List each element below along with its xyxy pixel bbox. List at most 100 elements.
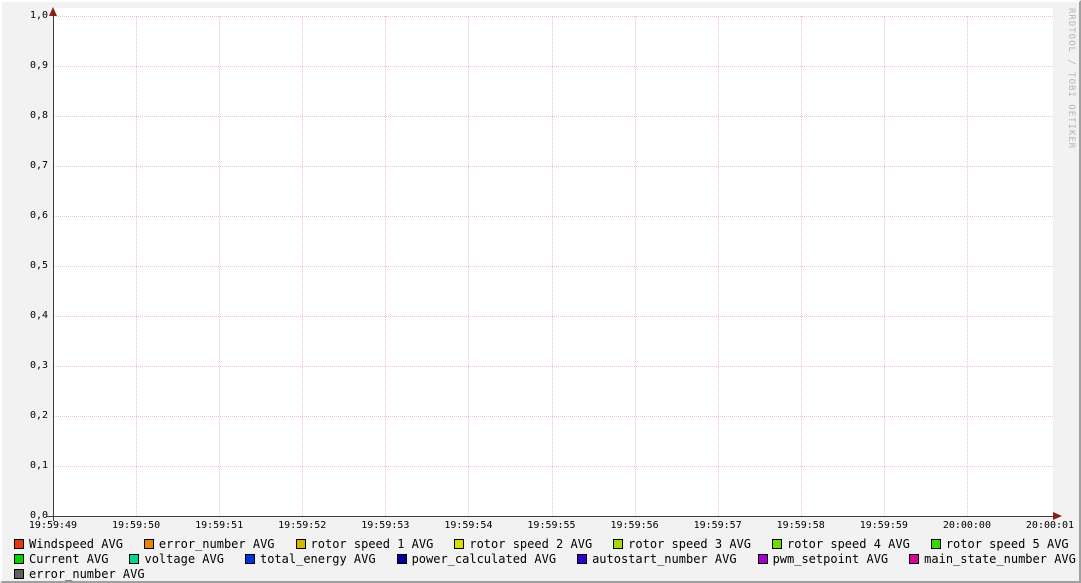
legend-swatch [14,554,24,564]
x-tick-label: 19:59:55 [510,520,594,532]
y-tick-label: 1,0 [2,10,48,22]
x-tick-label: 19:59:56 [593,520,677,532]
plot-area [53,8,1053,516]
gridline-horizontal [53,266,1053,267]
legend-swatch [296,539,306,549]
legend-label: pwm_setpoint AVG [773,552,889,566]
legend-item: rotor speed 1 AVG [296,537,434,551]
legend-swatch [245,554,255,564]
gridline-horizontal [53,16,1053,17]
legend-item: rotor speed 4 AVG [772,537,910,551]
gridline-vertical [219,16,220,516]
legend-label: Windspeed AVG [29,537,123,551]
x-tick-label: 19:59:51 [177,520,261,532]
y-axis-line [53,14,54,521]
gridline-horizontal [53,366,1053,367]
gridline-vertical [385,16,386,516]
gridline-vertical [967,16,968,516]
gridline-vertical [136,16,137,516]
gridline-horizontal [53,116,1053,117]
legend-item: error_number AVG [144,537,275,551]
y-tick-label: 0,1 [2,460,48,472]
y-tick-label: 0,9 [2,60,48,72]
y-tick-label: 0,8 [2,110,48,122]
x-tick-label: 19:59:53 [343,520,427,532]
gridline-horizontal [53,216,1053,217]
gridline-horizontal [53,416,1053,417]
gridline-horizontal [53,166,1053,167]
y-tick-label: 0,6 [2,210,48,222]
legend-swatch [613,539,623,549]
gridline-vertical [718,16,719,516]
legend-item: autostart_number AVG [577,552,737,566]
y-tick-label: 0,7 [2,160,48,172]
legend-label: rotor speed 3 AVG [628,537,751,551]
legend-row: Windspeed AVG error_number AVG rotor speed… [14,536,1075,551]
legend-swatch [14,569,24,579]
legend-label: error_number AVG [159,537,275,551]
legend-item: total_energy AVG [245,552,376,566]
legend-item: Current AVG [14,552,108,566]
legend-swatch [772,539,782,549]
legend-item: main_state_number AVG [909,552,1076,566]
legend-label: rotor speed 5 AVG [946,537,1069,551]
y-tick-label: 0,4 [2,310,48,322]
x-axis-line [47,516,1053,517]
legend-item: voltage AVG [129,552,223,566]
gridline-vertical [302,16,303,516]
y-axis-arrow-icon [49,7,57,16]
legend-swatch [454,539,464,549]
gridline-vertical [468,16,469,516]
legend-swatch [397,554,407,564]
legend-label: voltage AVG [144,552,223,566]
legend-label: power_calculated AVG [412,552,557,566]
x-tick-label: 19:59:54 [426,520,510,532]
gridline-vertical [884,16,885,516]
legend-item: rotor speed 3 AVG [613,537,751,551]
gridline-vertical [801,16,802,516]
gridline-vertical [635,16,636,516]
gridline-vertical [552,16,553,516]
x-tick-label: 19:59:57 [676,520,760,532]
legend-label: Current AVG [29,552,108,566]
y-tick-label: 0,3 [2,360,48,372]
legend-label: total_energy AVG [260,552,376,566]
x-tick-label: 19:59:50 [94,520,178,532]
legend-label: error_number AVG [29,567,145,581]
legend-swatch [758,554,768,564]
legend-label: rotor speed 2 AVG [469,537,592,551]
legend-item: rotor speed 2 AVG [454,537,592,551]
legend-item: rotor speed 5 AVG [931,537,1069,551]
legend-label: rotor speed 4 AVG [787,537,910,551]
legend-swatch [909,554,919,564]
legend-item: Windspeed AVG [14,537,123,551]
legend-label: rotor speed 1 AVG [311,537,434,551]
x-tick-label: 19:59:52 [260,520,344,532]
legend: Windspeed AVG error_number AVG rotor speed… [14,536,1075,581]
x-tick-label: 20:00:01 [1008,520,1081,532]
legend-row: error_number AVG [14,566,1075,581]
legend-item: power_calculated AVG [397,552,557,566]
rrdtool-graph: 0,00,10,20,30,40,50,60,70,80,91,0 19:59:… [0,0,1081,583]
legend-label: main_state_number AVG [924,552,1076,566]
x-tick-label: 20:00:00 [925,520,1009,532]
x-axis-arrow-icon [1053,512,1062,520]
x-tick-label: 19:59:49 [11,520,95,532]
legend-item: pwm_setpoint AVG [758,552,889,566]
legend-swatch [144,539,154,549]
y-tick-label: 0,5 [2,260,48,272]
legend-swatch [129,554,139,564]
x-tick-label: 19:59:58 [759,520,843,532]
gridline-horizontal [53,66,1053,67]
legend-label: autostart_number AVG [592,552,737,566]
x-tick-label: 19:59:59 [842,520,926,532]
legend-swatch [931,539,941,549]
y-tick-label: 0,2 [2,410,48,422]
gridline-horizontal [53,316,1053,317]
gridline-horizontal [53,466,1053,467]
legend-swatch [14,539,24,549]
watermark: RRDTOOL / TOBI OETIKER [1066,8,1076,149]
legend-item: error_number AVG [14,567,145,581]
legend-swatch [577,554,587,564]
legend-row: Current AVG voltage AVG total_energy AVG po… [14,551,1075,566]
